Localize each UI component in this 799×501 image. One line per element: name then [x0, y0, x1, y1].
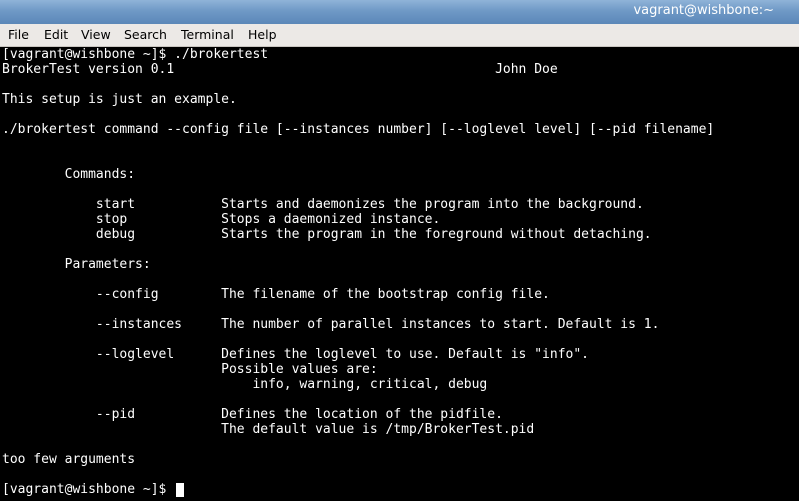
terminal-line: --pid Defines the location of the pidfil…: [2, 407, 503, 422]
menu-bar: File Edit View Search Terminal Help: [0, 24, 799, 47]
text-cursor: [176, 483, 184, 497]
terminal-line: [vagrant@wishbone ~]$ ./brokertest: [2, 47, 269, 62]
terminal-line: too few arguments: [2, 452, 136, 467]
terminal-line: ./brokertest command --config file [--in…: [2, 122, 715, 137]
title-bar[interactable]: vagrant@wishbone:~: [0, 0, 799, 25]
menu-view[interactable]: View: [81, 27, 111, 42]
terminal-line: --loglevel Defines the loglevel to use. …: [2, 347, 589, 362]
terminal-line: --config The filename of the bootstrap c…: [2, 287, 550, 302]
terminal-line: debug Starts the program in the foregrou…: [2, 227, 652, 242]
terminal-line: The default value is /tmp/BrokerTest.pid: [2, 422, 535, 437]
terminal-prompt-line: [vagrant@wishbone ~]$: [2, 482, 175, 497]
menu-help[interactable]: Help: [248, 27, 277, 42]
terminal-window: vagrant@wishbone:~ File Edit View Search…: [0, 0, 799, 501]
window-title: vagrant@wishbone:~: [633, 3, 774, 18]
menu-search[interactable]: Search: [124, 27, 167, 42]
terminal-line: start Starts and daemonizes the program …: [2, 197, 644, 212]
terminal-line: Parameters:: [2, 257, 151, 272]
terminal-line: BrokerTest version 0.1 John Doe: [2, 62, 558, 77]
menu-terminal[interactable]: Terminal: [181, 27, 234, 42]
terminal-line: info, warning, critical, debug: [2, 377, 488, 392]
menu-file[interactable]: File: [8, 27, 29, 42]
terminal-line: stop Stops a daemonized instance.: [2, 212, 441, 227]
terminal-line: This setup is just an example.: [2, 92, 237, 107]
terminal-line: Commands:: [2, 167, 136, 182]
menu-edit[interactable]: Edit: [44, 27, 68, 42]
terminal-line: --instances The number of parallel insta…: [2, 317, 660, 332]
terminal-output[interactable]: [vagrant@wishbone ~]$ ./brokertest Broke…: [0, 47, 799, 501]
terminal-line: Possible values are:: [2, 362, 378, 377]
